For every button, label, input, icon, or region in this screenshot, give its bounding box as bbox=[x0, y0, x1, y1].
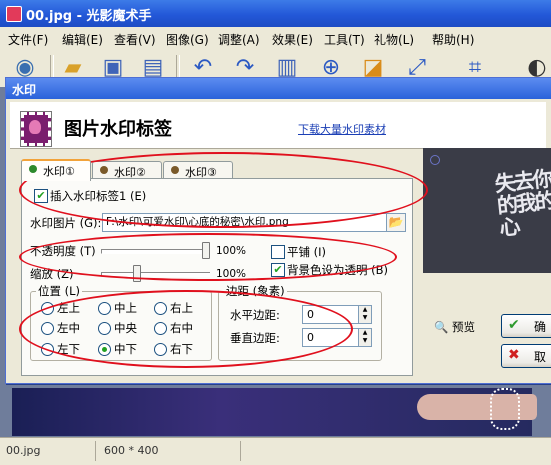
status-size: 600 * 400 bbox=[104, 444, 159, 457]
tab-watermark-1[interactable]: 水印① bbox=[21, 159, 91, 181]
dialog-title: 水印 bbox=[12, 83, 37, 97]
ok-button[interactable]: ✔ 确 bbox=[501, 314, 551, 338]
stamp-icon bbox=[20, 111, 52, 147]
menu-adjust[interactable]: 调整(A) bbox=[218, 31, 260, 48]
status-file: 00.jpg bbox=[6, 444, 41, 457]
check-icon: ✔ bbox=[508, 317, 520, 333]
annotation-ellipse-sliders bbox=[19, 233, 397, 281]
preview-watermark-text: 失去你的我的心 bbox=[493, 166, 551, 241]
menu-image[interactable]: 图像(G) bbox=[166, 31, 209, 48]
status-divider bbox=[240, 441, 241, 461]
banner-title: 图片水印标签 bbox=[64, 119, 172, 140]
app-icon bbox=[6, 6, 22, 22]
status-bar: 00.jpg 600 * 400 bbox=[0, 437, 551, 465]
tab-dot-icon bbox=[29, 165, 37, 173]
download-link[interactable]: 下载大量水印素材 bbox=[298, 121, 386, 137]
status-divider bbox=[95, 441, 96, 461]
cancel-button[interactable]: ✖ 取 bbox=[501, 344, 551, 368]
menu-bar: 文件(F) 编辑(E) 查看(V) 图像(G) 调整(A) 效果(E) 工具(T… bbox=[0, 27, 551, 50]
menu-file[interactable]: 文件(F) bbox=[8, 31, 48, 48]
app-title: 00.jpg - 光影魔术手 bbox=[26, 9, 152, 24]
app-title-bar: 00.jpg - 光影魔术手 bbox=[0, 0, 551, 27]
spinner-arrows-icon[interactable]: ▲ ▼ bbox=[358, 306, 371, 323]
tab-label: 水印① bbox=[43, 165, 75, 178]
watermark-dialog: 水印 图片水印标签 下载大量水印素材 水印① 水印② 水印③ ✔ 插入水印标签1… bbox=[5, 77, 551, 384]
menu-effect[interactable]: 效果(E) bbox=[272, 31, 313, 48]
dialog-title-bar: 水印 bbox=[6, 78, 551, 99]
menu-view[interactable]: 查看(V) bbox=[114, 31, 156, 48]
position-legend: 位置 (L) bbox=[36, 283, 83, 299]
photo-preview bbox=[12, 388, 537, 436]
annotation-ellipse-position bbox=[19, 290, 353, 368]
close-icon: ✖ bbox=[508, 347, 520, 363]
cancel-label: 取 bbox=[534, 350, 547, 364]
preview-anchor-icon bbox=[430, 155, 440, 165]
magnifier-icon: 🔍 bbox=[434, 320, 449, 334]
photo-bracelet bbox=[490, 388, 520, 430]
browse-folder-icon[interactable]: 📂 bbox=[386, 213, 406, 232]
menu-tools[interactable]: 工具(T) bbox=[324, 31, 365, 48]
preview-button[interactable]: 🔍 预览 bbox=[434, 319, 475, 335]
ok-label: 确 bbox=[534, 320, 547, 334]
preview-label: 预览 bbox=[451, 320, 475, 334]
watermark-preview: 失去你的我的心 bbox=[423, 148, 551, 273]
spinner-arrows-icon[interactable]: ▲ ▼ bbox=[358, 329, 371, 346]
menu-help[interactable]: 帮助(H) bbox=[432, 31, 474, 48]
dialog-banner: 图片水印标签 下载大量水印素材 bbox=[10, 102, 546, 149]
menu-edit[interactable]: 编辑(E) bbox=[62, 31, 103, 48]
menu-gift[interactable]: 礼物(L) bbox=[374, 31, 414, 48]
